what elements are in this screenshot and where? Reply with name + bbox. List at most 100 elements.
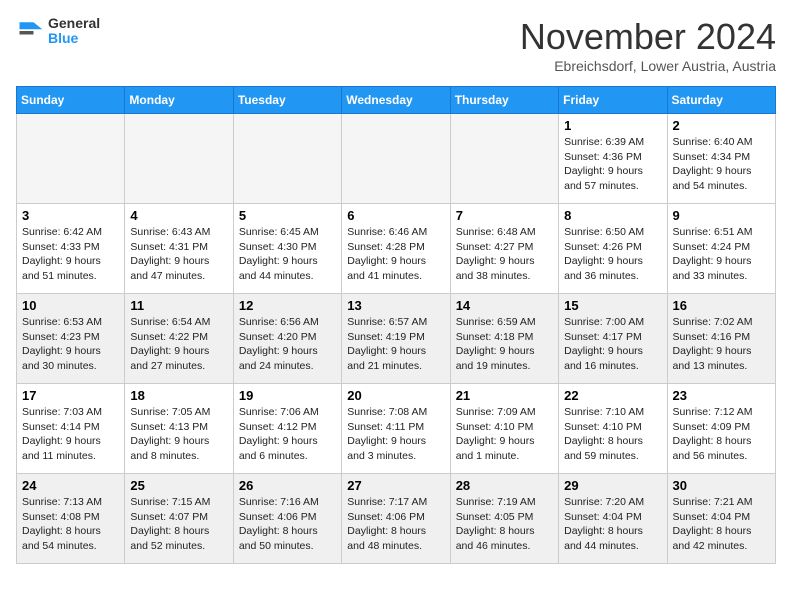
day-info: Sunrise: 7:03 AMSunset: 4:14 PMDaylight:… [22, 405, 119, 464]
day-number: 29 [564, 478, 661, 493]
day-number: 1 [564, 118, 661, 133]
day-info: Sunrise: 7:09 AMSunset: 4:10 PMDaylight:… [456, 405, 553, 464]
day-info: Sunrise: 7:16 AMSunset: 4:06 PMDaylight:… [239, 495, 336, 554]
day-info: Sunrise: 6:56 AMSunset: 4:20 PMDaylight:… [239, 315, 336, 374]
calendar-cell: 16Sunrise: 7:02 AMSunset: 4:16 PMDayligh… [667, 294, 775, 384]
day-info: Sunrise: 6:51 AMSunset: 4:24 PMDaylight:… [673, 225, 770, 284]
week-row: 24 Sunrise: 7:13 AMSunset: 4:08 PMDayligh… [17, 474, 776, 564]
day-number: 7 [456, 208, 553, 223]
calendar-cell: 14Sunrise: 6:59 AMSunset: 4:18 PMDayligh… [450, 294, 558, 384]
calendar-cell [450, 114, 558, 204]
logo-icon [16, 17, 44, 45]
month-title: November 2024 [520, 16, 776, 58]
calendar-cell: 27 Sunrise: 7:17 AMSunset: 4:06 PMDayligh… [342, 474, 450, 564]
day-info: Sunrise: 6:50 AMSunset: 4:26 PMDaylight:… [564, 225, 661, 284]
day-number: 12 [239, 298, 336, 313]
day-number: 27 [347, 478, 444, 493]
day-number: 19 [239, 388, 336, 403]
day-number: 25 [130, 478, 227, 493]
day-number: 15 [564, 298, 661, 313]
day-number: 10 [22, 298, 119, 313]
calendar-cell: 12 Sunrise: 6:56 AMSunset: 4:20 PMDayligh… [233, 294, 341, 384]
day-info: Sunrise: 7:10 AMSunset: 4:10 PMDaylight:… [564, 405, 661, 464]
day-info: Sunrise: 6:45 AMSunset: 4:30 PMDaylight:… [239, 225, 336, 284]
calendar-cell: 2 Sunrise: 6:40 AMSunset: 4:34 PMDaylight… [667, 114, 775, 204]
week-row: 1 Sunrise: 6:39 AMSunset: 4:36 PMDaylight… [17, 114, 776, 204]
calendar-cell: 24 Sunrise: 7:13 AMSunset: 4:08 PMDayligh… [17, 474, 125, 564]
day-info: Sunrise: 6:40 AMSunset: 4:34 PMDaylight:… [673, 135, 770, 194]
day-info: Sunrise: 6:48 AMSunset: 4:27 PMDaylight:… [456, 225, 553, 284]
day-number: 9 [673, 208, 770, 223]
day-info: Sunrise: 7:05 AMSunset: 4:13 PMDaylight:… [130, 405, 227, 464]
day-number: 30 [673, 478, 770, 493]
calendar-cell: 20Sunrise: 7:08 AMSunset: 4:11 PMDayligh… [342, 384, 450, 474]
logo-text: General Blue [48, 16, 100, 47]
weekday-header-row: SundayMondayTuesdayWednesdayThursdayFrid… [17, 87, 776, 114]
calendar-cell: 28Sunrise: 7:19 AMSunset: 4:05 PMDayligh… [450, 474, 558, 564]
day-number: 24 [22, 478, 119, 493]
weekday-header: Monday [125, 87, 233, 114]
day-number: 3 [22, 208, 119, 223]
day-number: 4 [130, 208, 227, 223]
calendar-cell: 9 Sunrise: 6:51 AMSunset: 4:24 PMDaylight… [667, 204, 775, 294]
day-info: Sunrise: 6:42 AMSunset: 4:33 PMDaylight:… [22, 225, 119, 284]
day-info: Sunrise: 7:06 AMSunset: 4:12 PMDaylight:… [239, 405, 336, 464]
weekday-header: Thursday [450, 87, 558, 114]
day-info: Sunrise: 6:53 AMSunset: 4:23 PMDaylight:… [22, 315, 119, 374]
logo: General Blue [16, 16, 100, 47]
title-block: November 2024 Ebreichsdorf, Lower Austri… [520, 16, 776, 74]
day-info: Sunrise: 7:13 AMSunset: 4:08 PMDaylight:… [22, 495, 119, 554]
day-info: Sunrise: 7:21 AMSunset: 4:04 PMDaylight:… [673, 495, 770, 554]
calendar-cell [233, 114, 341, 204]
day-info: Sunrise: 7:12 AMSunset: 4:09 PMDaylight:… [673, 405, 770, 464]
day-info: Sunrise: 6:54 AMSunset: 4:22 PMDaylight:… [130, 315, 227, 374]
calendar-cell: 26Sunrise: 7:16 AMSunset: 4:06 PMDayligh… [233, 474, 341, 564]
day-number: 8 [564, 208, 661, 223]
week-row: 17Sunrise: 7:03 AMSunset: 4:14 PMDayligh… [17, 384, 776, 474]
calendar-cell: 5 Sunrise: 6:45 AMSunset: 4:30 PMDaylight… [233, 204, 341, 294]
day-info: Sunrise: 6:46 AMSunset: 4:28 PMDaylight:… [347, 225, 444, 284]
calendar-cell: 22 Sunrise: 7:10 AMSunset: 4:10 PMDayligh… [559, 384, 667, 474]
calendar-cell: 4 Sunrise: 6:43 AMSunset: 4:31 PMDaylight… [125, 204, 233, 294]
day-number: 2 [673, 118, 770, 133]
calendar-cell: 21 Sunrise: 7:09 AMSunset: 4:10 PMDayligh… [450, 384, 558, 474]
calendar-cell: 15 Sunrise: 7:00 AMSunset: 4:17 PMDayligh… [559, 294, 667, 384]
calendar-cell [17, 114, 125, 204]
day-number: 5 [239, 208, 336, 223]
weekday-header: Tuesday [233, 87, 341, 114]
weekday-header: Wednesday [342, 87, 450, 114]
day-info: Sunrise: 6:57 AMSunset: 4:19 PMDaylight:… [347, 315, 444, 374]
day-number: 16 [673, 298, 770, 313]
day-number: 23 [673, 388, 770, 403]
week-row: 3 Sunrise: 6:42 AMSunset: 4:33 PMDaylight… [17, 204, 776, 294]
calendar-cell: 18Sunrise: 7:05 AMSunset: 4:13 PMDayligh… [125, 384, 233, 474]
day-info: Sunrise: 7:17 AMSunset: 4:06 PMDaylight:… [347, 495, 444, 554]
calendar-cell: 8 Sunrise: 6:50 AMSunset: 4:26 PMDaylight… [559, 204, 667, 294]
day-number: 20 [347, 388, 444, 403]
week-row: 10 Sunrise: 6:53 AMSunset: 4:23 PMDayligh… [17, 294, 776, 384]
day-info: Sunrise: 6:43 AMSunset: 4:31 PMDaylight:… [130, 225, 227, 284]
calendar-cell: 19 Sunrise: 7:06 AMSunset: 4:12 PMDayligh… [233, 384, 341, 474]
calendar-cell: 3 Sunrise: 6:42 AMSunset: 4:33 PMDaylight… [17, 204, 125, 294]
day-info: Sunrise: 7:00 AMSunset: 4:17 PMDaylight:… [564, 315, 661, 374]
calendar-cell: 23 Sunrise: 7:12 AMSunset: 4:09 PMDayligh… [667, 384, 775, 474]
day-number: 21 [456, 388, 553, 403]
calendar-cell [342, 114, 450, 204]
day-info: Sunrise: 7:15 AMSunset: 4:07 PMDaylight:… [130, 495, 227, 554]
weekday-header: Friday [559, 87, 667, 114]
calendar-cell: 13 Sunrise: 6:57 AMSunset: 4:19 PMDayligh… [342, 294, 450, 384]
day-number: 11 [130, 298, 227, 313]
day-number: 22 [564, 388, 661, 403]
calendar-cell: 1 Sunrise: 6:39 AMSunset: 4:36 PMDaylight… [559, 114, 667, 204]
day-number: 6 [347, 208, 444, 223]
logo-line1: General [48, 16, 100, 31]
day-info: Sunrise: 6:39 AMSunset: 4:36 PMDaylight:… [564, 135, 661, 194]
day-info: Sunrise: 7:20 AMSunset: 4:04 PMDaylight:… [564, 495, 661, 554]
location-subtitle: Ebreichsdorf, Lower Austria, Austria [520, 58, 776, 74]
weekday-header: Sunday [17, 87, 125, 114]
day-number: 13 [347, 298, 444, 313]
day-info: Sunrise: 6:59 AMSunset: 4:18 PMDaylight:… [456, 315, 553, 374]
day-number: 28 [456, 478, 553, 493]
calendar-cell [125, 114, 233, 204]
calendar-cell: 10 Sunrise: 6:53 AMSunset: 4:23 PMDayligh… [17, 294, 125, 384]
